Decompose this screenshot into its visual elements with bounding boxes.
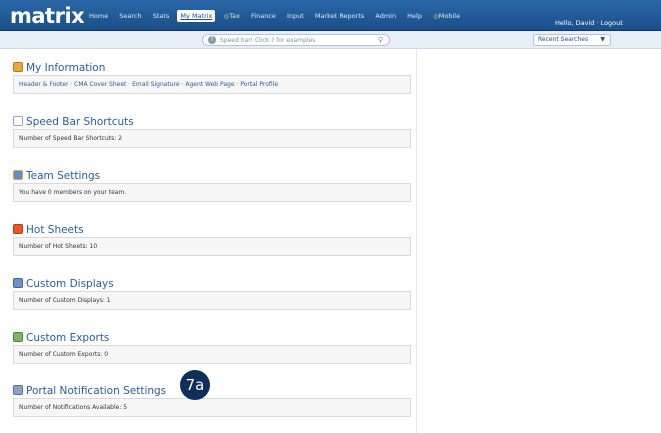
shortcut-icon	[13, 115, 23, 126]
section-title-label: Speed Bar Shortcuts	[26, 115, 134, 128]
section-title[interactable]: My Information	[13, 57, 105, 74]
main-nav: Home Search Stats My Matrix ◎Tax Finance…	[86, 10, 463, 24]
section-box: Number of Hot Sheets: 10	[13, 237, 411, 256]
top-navigation-bar: matrix Home Search Stats My Matrix ◎Tax …	[0, 0, 661, 31]
notification-icon	[13, 384, 23, 395]
nav-mobile[interactable]: ◎Mobile	[430, 10, 463, 22]
matrix-logo[interactable]: matrix	[10, 5, 85, 27]
speed-bar-row: ? Speed bar! Click ? for examples ⚲ Rece…	[0, 31, 661, 49]
section-title-label: Hot Sheets	[26, 223, 84, 236]
nav-stats[interactable]: Stats	[150, 10, 173, 22]
display-icon	[13, 277, 23, 288]
section-title[interactable]: Speed Bar Shortcuts	[13, 111, 134, 128]
section-box: You have 0 members on your team.	[13, 183, 411, 202]
link-cma-cover-sheet[interactable]: CMA Cover Sheet	[74, 81, 126, 88]
section-title-label: Portal Notification Settings	[26, 384, 167, 397]
section-text: Number of Custom Exports: 0	[19, 351, 109, 358]
recent-searches-dropdown[interactable]: Recent Searches ▼	[533, 34, 611, 46]
nav-search[interactable]: Search	[116, 10, 144, 22]
team-icon	[13, 169, 23, 180]
section-title[interactable]: Custom Displays	[13, 273, 114, 290]
section-box: Number of Speed Bar Shortcuts: 2	[13, 129, 411, 148]
section-title[interactable]: Hot Sheets	[13, 219, 84, 236]
section-title-label: Team Settings	[26, 169, 101, 182]
section-links: Header & Footer · CMA Cover Sheet · Emai…	[19, 81, 279, 88]
section-title-label: Custom Exports	[26, 331, 110, 344]
recent-searches-label: Recent Searches	[538, 36, 589, 43]
section-title[interactable]: Portal Notification Settings	[13, 380, 166, 397]
help-icon[interactable]: ?	[208, 36, 216, 44]
link-email-signature[interactable]: Email Signature	[132, 81, 180, 88]
section-box: Number of Notifications Available: 5	[13, 398, 411, 417]
section-title-label: Custom Displays	[26, 277, 114, 290]
section-title[interactable]: Team Settings	[13, 165, 100, 182]
link-portal-profile[interactable]: Portal Profile	[240, 81, 278, 88]
chevron-down-icon: ▼	[600, 36, 605, 43]
nav-admin[interactable]: Admin	[372, 10, 399, 22]
search-icon[interactable]: ⚲	[378, 35, 383, 45]
nav-my-matrix[interactable]: My Matrix	[177, 10, 216, 22]
annotation-badge: 7a	[180, 370, 210, 400]
link-header-footer[interactable]: Header & Footer	[19, 81, 68, 88]
nav-home[interactable]: Home	[86, 10, 111, 22]
nav-finance[interactable]: Finance	[248, 10, 279, 22]
nav-mobile-label: Mobile	[438, 12, 461, 20]
section-box: Header & Footer · CMA Cover Sheet · Emai…	[13, 75, 411, 94]
export-icon	[13, 331, 23, 342]
section-title[interactable]: Custom Exports	[13, 327, 109, 344]
profile-card-icon	[13, 61, 23, 72]
nav-help[interactable]: Help	[404, 10, 425, 22]
speed-bar-placeholder: Speed bar! Click ? for examples	[220, 37, 316, 44]
section-text: Number of Notifications Available: 5	[19, 404, 128, 411]
section-title-label: My Information	[26, 61, 106, 74]
section-box: Number of Custom Displays: 1	[13, 291, 411, 310]
speed-bar-input[interactable]: ? Speed bar! Click ? for examples ⚲	[202, 34, 390, 46]
section-text: Number of Speed Bar Shortcuts: 2	[19, 135, 123, 142]
section-text: Number of Custom Displays: 1	[19, 297, 111, 304]
nav-market-reports[interactable]: Market Reports	[312, 10, 367, 22]
user-greeting-logout[interactable]: Hello, David · Logout	[555, 19, 623, 27]
section-text: You have 0 members on your team.	[19, 189, 127, 196]
nav-input[interactable]: Input	[284, 10, 307, 22]
link-agent-web-page[interactable]: Agent Web Page	[185, 81, 234, 88]
section-text: Number of Hot Sheets: 10	[19, 243, 98, 250]
nav-tax[interactable]: ◎Tax	[221, 10, 243, 22]
nav-tax-label: Tax	[229, 12, 240, 20]
hot-sheet-icon	[13, 223, 23, 234]
section-box: Number of Custom Exports: 0	[13, 345, 411, 364]
column-divider	[416, 49, 417, 433]
